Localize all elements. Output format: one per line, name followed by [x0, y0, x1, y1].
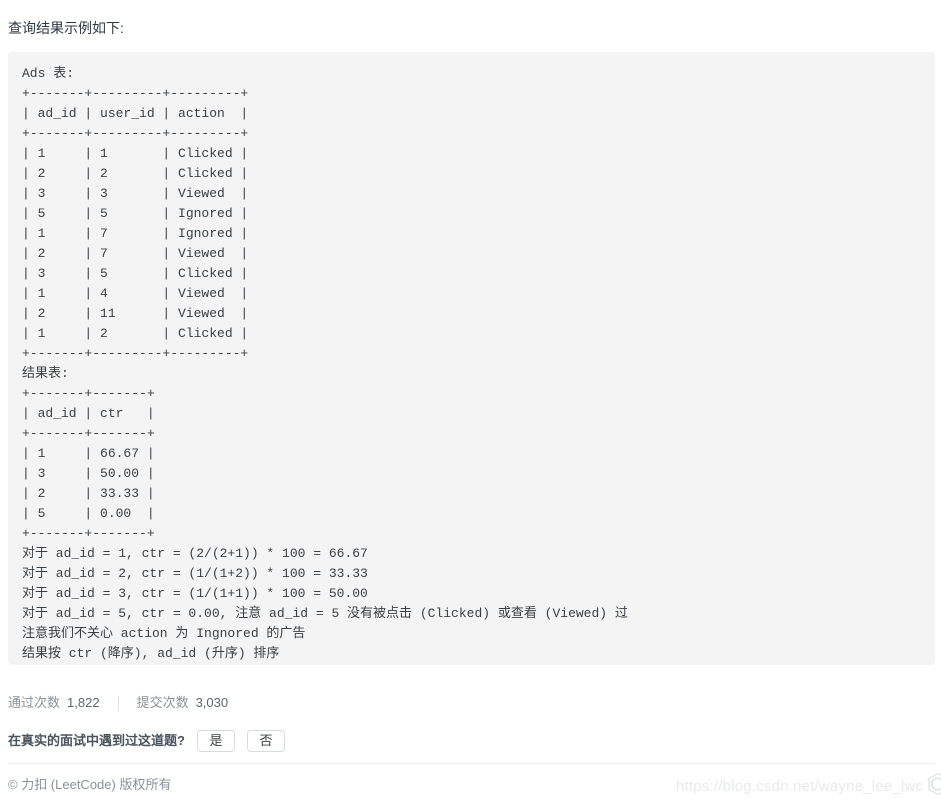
- code-line: | 3 | 3 | Viewed |: [22, 186, 249, 201]
- code-line: | 5 | 5 | Ignored |: [22, 206, 249, 221]
- code-line: | 5 | 0.00 |: [22, 506, 155, 521]
- code-line: | 2 | 11 | Viewed |: [22, 306, 249, 321]
- footer-divider: [8, 763, 935, 764]
- code-line: | ad_id | ctr |: [22, 406, 155, 421]
- code-line: 注意我们不关心 action 为 Ingnored 的广告: [22, 626, 306, 641]
- code-line: | ad_id | user_id | action |: [22, 106, 249, 121]
- code-line: +-------+-------+: [22, 426, 155, 441]
- code-line: | 2 | 2 | Clicked |: [22, 166, 249, 181]
- interview-no-button[interactable]: 否: [246, 730, 285, 752]
- csdn-logo-icon: [925, 771, 941, 797]
- submissions-label: 提交次数: [136, 695, 189, 710]
- code-line: +-------+-------+: [22, 526, 155, 541]
- code-line: Ads 表:: [22, 66, 75, 81]
- code-line: | 3 | 50.00 |: [22, 466, 155, 481]
- code-line: 对于 ad_id = 1, ctr = (2/(2+1)) * 100 = 66…: [22, 546, 368, 561]
- code-line: | 1 | 2 | Clicked |: [22, 326, 249, 341]
- page-root: 查询结果示例如下: Ads 表: +-------+---------+-----…: [0, 0, 941, 802]
- code-line: 对于 ad_id = 3, ctr = (1/(1+1)) * 100 = 50…: [22, 586, 368, 601]
- code-line: | 1 | 1 | Clicked |: [22, 146, 249, 161]
- accepted-label: 通过次数: [8, 695, 61, 710]
- code-line: | 1 | 7 | Ignored |: [22, 226, 249, 241]
- code-line: +-------+-------+: [22, 386, 155, 401]
- code-line: +-------+---------+---------+: [22, 126, 249, 141]
- footer-copyright: © 力扣 (LeetCode) 版权所有: [8, 777, 172, 792]
- code-line: | 2 | 7 | Viewed |: [22, 246, 249, 261]
- code-line: +-------+---------+---------+: [22, 346, 249, 361]
- code-line: 对于 ad_id = 5, ctr = 0.00, 注意 ad_id = 5 没…: [22, 606, 628, 621]
- code-line: | 3 | 5 | Clicked |: [22, 266, 249, 281]
- interview-yes-button[interactable]: 是: [196, 730, 235, 752]
- interview-poll: 在真实的面试中遇到过这道题? 是 否: [8, 730, 285, 752]
- intro-text: 查询结果示例如下:: [8, 20, 124, 36]
- code-line: | 1 | 66.67 |: [22, 446, 155, 461]
- code-example-block: Ads 表: +-------+---------+---------+ | ad_…: [8, 52, 935, 665]
- code-line: 对于 ad_id = 2, ctr = (1/(1+2)) * 100 = 33…: [22, 566, 368, 581]
- code-line: 结果表:: [22, 366, 69, 381]
- interview-question-label: 在真实的面试中遇到过这道题?: [8, 733, 185, 748]
- accepted-stat: 通过次数 1,822: [8, 694, 100, 712]
- problem-stats: 通过次数 1,822 提交次数 3,030: [8, 694, 228, 712]
- submissions-value: 3,030: [195, 695, 229, 710]
- csdn-watermark-url: https://blog.csdn.net/wayne_lee_lwc: [676, 777, 924, 795]
- stats-divider: [117, 695, 119, 711]
- submissions-stat: 提交次数 3,030: [137, 694, 229, 712]
- code-line: | 2 | 33.33 |: [22, 486, 155, 501]
- code-example-pre: Ads 表: +-------+---------+---------+ | ad_…: [22, 64, 921, 664]
- code-line: 结果按 ctr (降序), ad_id (升序) 排序: [22, 646, 280, 661]
- code-line: | 1 | 4 | Viewed |: [22, 286, 249, 301]
- code-line: +-------+---------+---------+: [22, 86, 249, 101]
- csdn-watermark: https://blog.csdn.net/wayne_lee_lwc: [676, 771, 941, 799]
- accepted-value: 1,822: [67, 695, 100, 710]
- code-lines: Ads 表: +-------+---------+---------+ | ad_…: [22, 64, 921, 664]
